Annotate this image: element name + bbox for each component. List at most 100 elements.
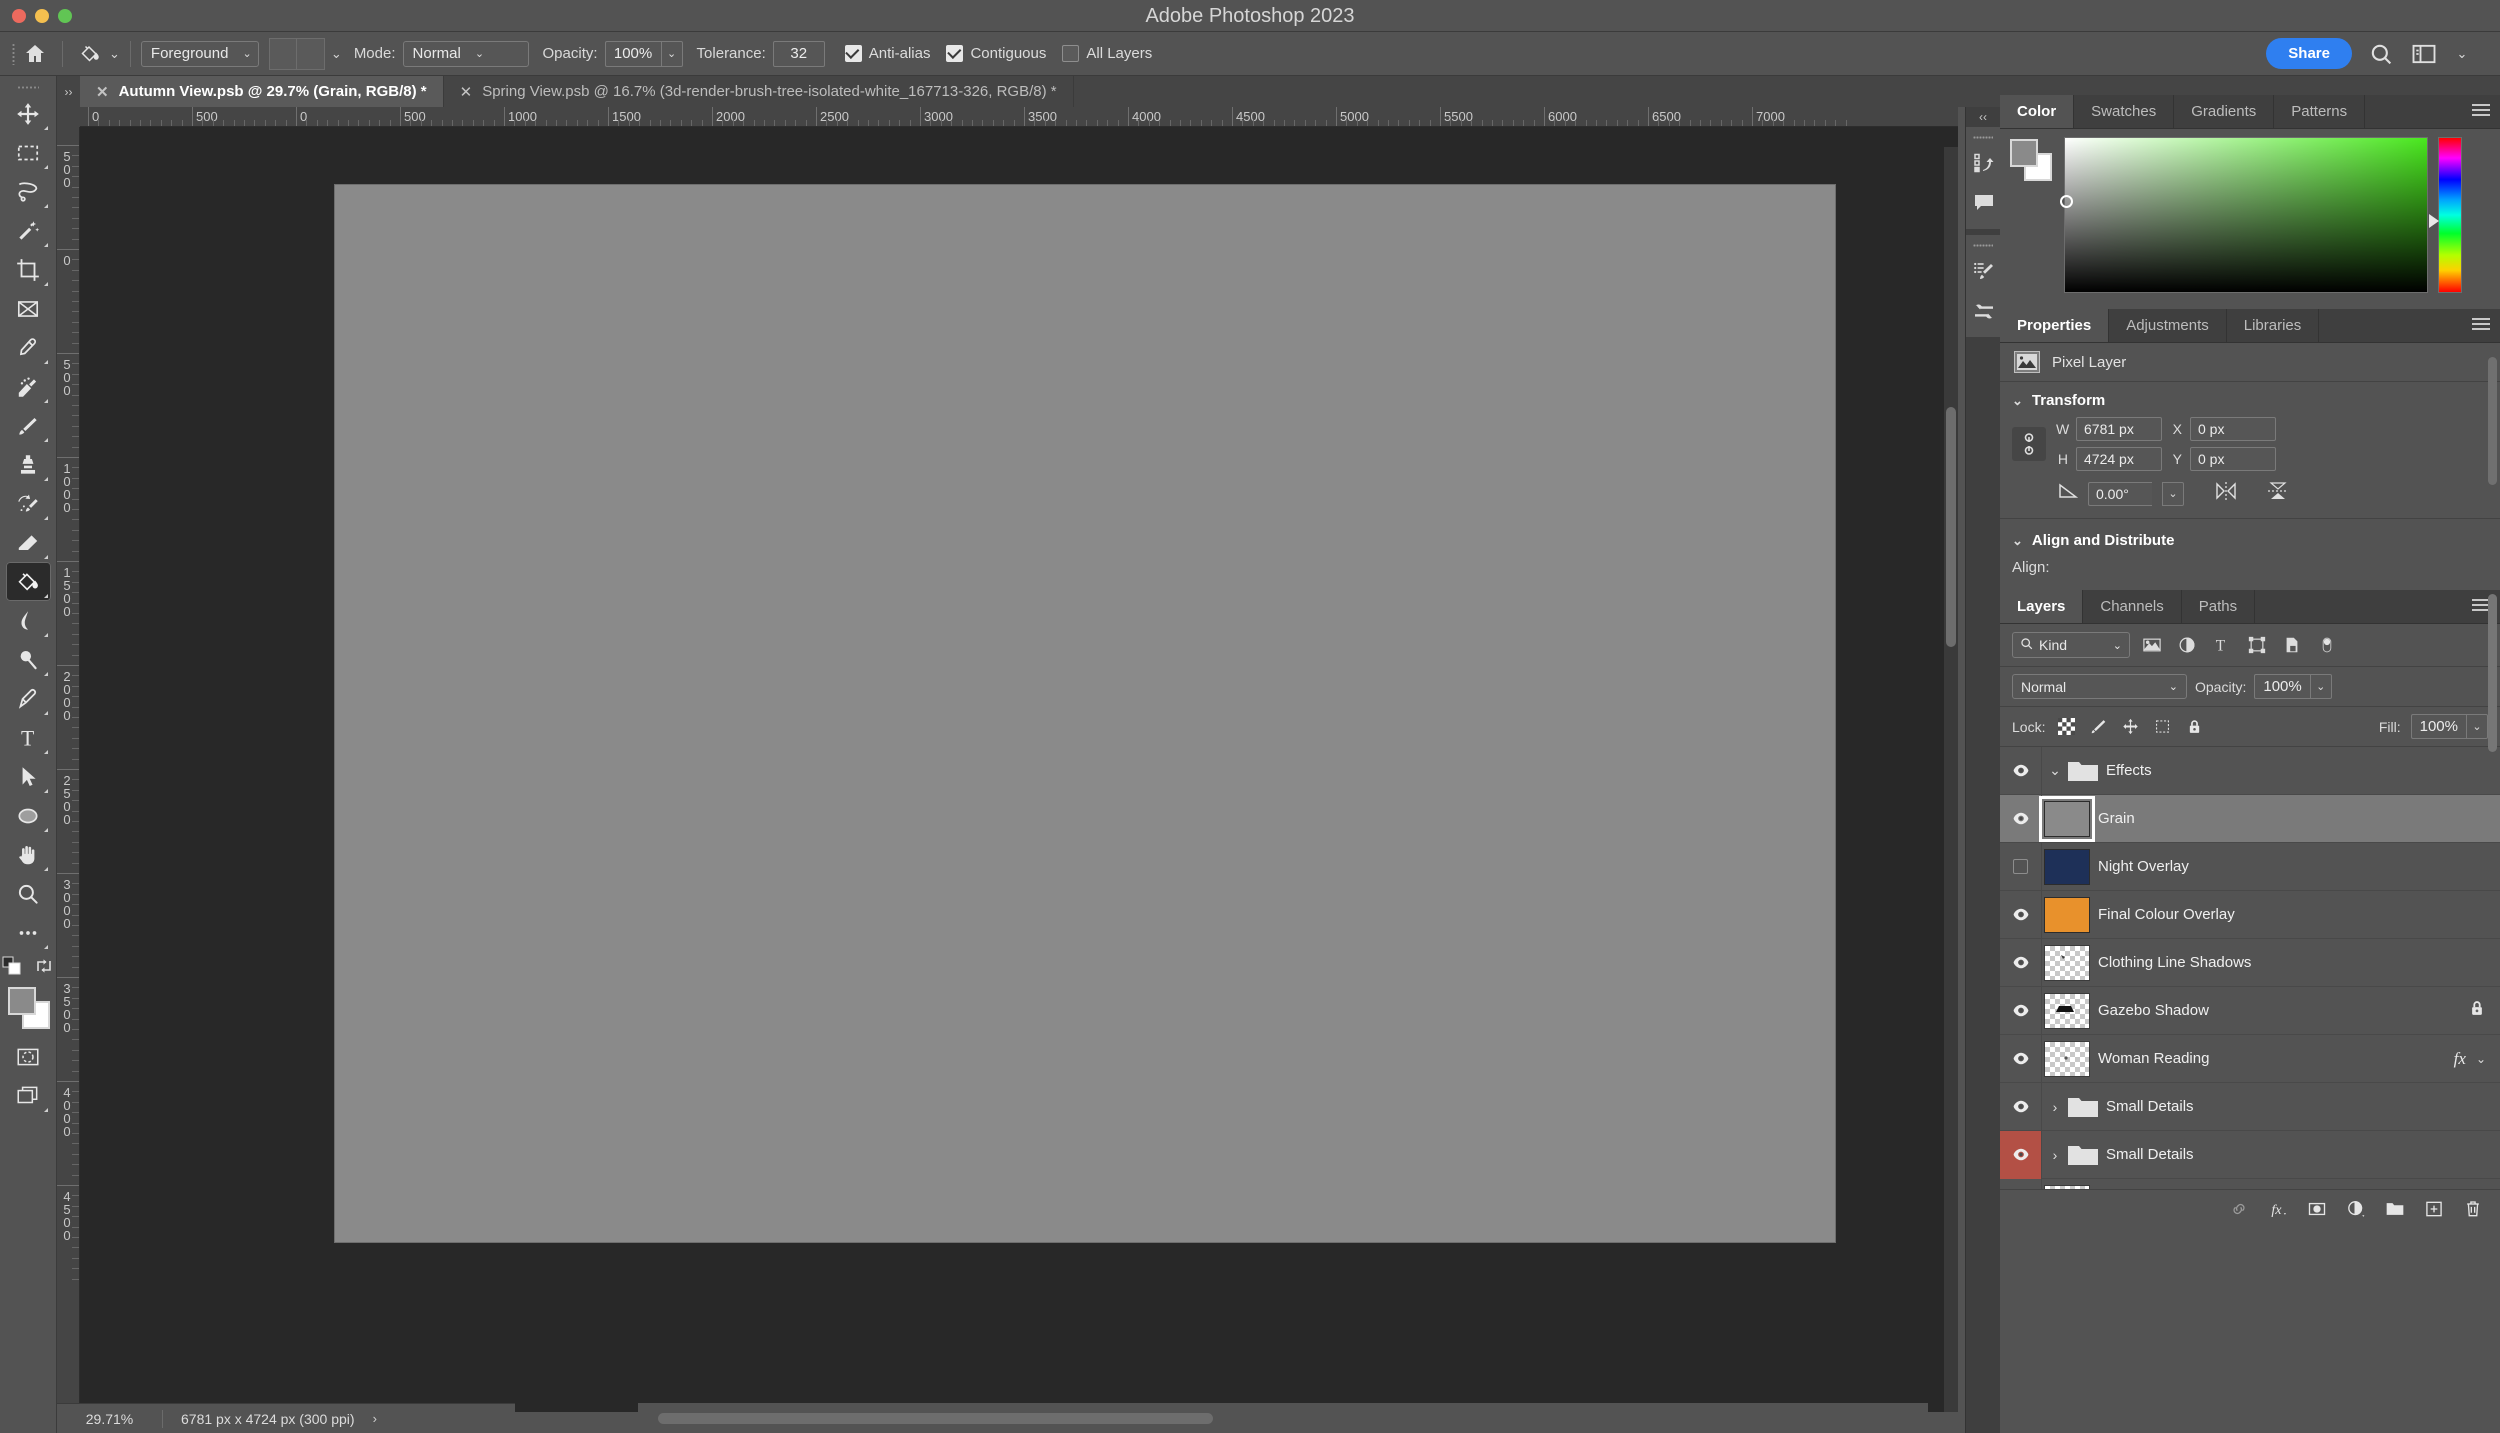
layer-fill-stepper[interactable]: 100% ⌄: [2410, 714, 2488, 739]
chevron-down-icon[interactable]: ⌄: [2466, 714, 2488, 739]
canvas-artboard[interactable]: [335, 185, 1835, 1242]
workspace-chevron-down-icon[interactable]: ⌄: [2448, 41, 2476, 67]
canvas-horizontal-scrollbar-thumb[interactable]: [658, 1412, 1213, 1424]
group-expand-chevron-icon[interactable]: ›: [2046, 1099, 2064, 1115]
brush-settings-icon[interactable]: [1966, 291, 2001, 331]
align-distribute-section-header[interactable]: ⌄ Align and Distribute: [2000, 518, 2500, 555]
ellipse-tool[interactable]: [6, 796, 51, 835]
layer-thumbnail[interactable]: [2044, 1040, 2090, 1077]
all-layers-checkbox[interactable]: [1062, 45, 1080, 62]
layer-filter-kind-select[interactable]: Kind ⌄: [2012, 632, 2130, 658]
foreground-background-color[interactable]: [6, 985, 51, 1031]
layer-thumbnail[interactable]: [2068, 1095, 2098, 1119]
swap-colors-icon[interactable]: [34, 956, 54, 981]
tab-properties[interactable]: Properties: [2000, 309, 2110, 342]
hue-slider-handle[interactable]: [2429, 214, 2439, 228]
zoom-tool[interactable]: [6, 874, 51, 913]
chevron-down-icon[interactable]: ⌄: [2162, 481, 2184, 506]
tab-channels[interactable]: Channels: [2083, 590, 2182, 623]
eraser-tool[interactable]: [6, 523, 51, 562]
link-layers-icon[interactable]: [2228, 1198, 2250, 1220]
layer-row[interactable]: Gazebo Shadow: [2000, 986, 2500, 1035]
dock-grip[interactable]: [1966, 131, 2000, 143]
layer-row[interactable]: ⌄ Effects: [2000, 747, 2500, 795]
layer-list[interactable]: ⌄ Effects Grain Night Overlay Final Colour O…: [2000, 747, 2500, 1227]
close-icon[interactable]: ✕: [460, 83, 473, 101]
layer-visibility-eye-icon[interactable]: [2000, 1130, 2042, 1179]
layer-name[interactable]: Grain: [2098, 810, 2135, 827]
add-layer-mask-icon[interactable]: [2306, 1198, 2328, 1220]
height-input[interactable]: 4724 px: [2076, 447, 2162, 471]
comments-icon[interactable]: [1966, 183, 2001, 223]
delete-layer-icon[interactable]: [2462, 1198, 2484, 1220]
x-input[interactable]: 0 px: [2190, 417, 2276, 441]
add-layer-style-icon[interactable]: fx: [2267, 1198, 2289, 1220]
layer-name[interactable]: Gazebo Shadow: [2098, 1002, 2209, 1019]
layer-visibility-eye-icon[interactable]: [2000, 1034, 2042, 1083]
lasso-tool[interactable]: [6, 172, 51, 211]
canvas-vertical-scrollbar-track[interactable]: [1944, 147, 1958, 1412]
tab-paths[interactable]: Paths: [2182, 590, 2256, 623]
tool-preset-chevron-down-icon[interactable]: ⌄: [109, 46, 120, 62]
lock-position-icon[interactable]: [2119, 716, 2141, 738]
layer-name[interactable]: Final Colour Overlay: [2098, 906, 2235, 923]
foreground-color-swatch[interactable]: [7, 987, 36, 1015]
layer-thumbnail[interactable]: [2068, 759, 2098, 783]
chevron-down-icon[interactable]: ⌄: [660, 40, 683, 67]
color-panel-swatches[interactable]: [2010, 139, 2054, 183]
new-adjustment-layer-icon[interactable]: [2345, 1198, 2367, 1220]
chevron-down-icon[interactable]: ⌄: [2309, 674, 2332, 699]
edit-toolbar-tool[interactable]: [6, 913, 51, 952]
horizontal-type-tool[interactable]: T: [6, 718, 51, 757]
layer-visibility-eye-icon[interactable]: [2000, 938, 2042, 987]
pattern-preview-swatch[interactable]: [268, 37, 325, 70]
layer-row[interactable]: › Small Details: [2000, 1082, 2500, 1131]
layer-visibility-eye-icon[interactable]: [2000, 1082, 2042, 1131]
link-aspect-ratio-icon[interactable]: [2012, 427, 2046, 461]
layer-row[interactable]: › Small Details: [2000, 1130, 2500, 1179]
group-expand-chevron-icon[interactable]: ›: [2046, 1147, 2064, 1163]
close-icon[interactable]: ✕: [96, 83, 109, 101]
group-collapse-chevron-icon[interactable]: ⌄: [2046, 762, 2064, 779]
dodge-tool[interactable]: [6, 640, 51, 679]
eyedropper-tool[interactable]: [6, 328, 51, 367]
lock-all-icon[interactable]: [2183, 716, 2205, 738]
layer-blend-mode-select[interactable]: Normal ⌄: [2012, 674, 2187, 699]
tab-gradients[interactable]: Gradients: [2174, 95, 2275, 128]
zoom-level[interactable]: 29.71%: [57, 1411, 162, 1427]
share-button[interactable]: Share: [2266, 38, 2352, 69]
panel-menu-icon[interactable]: [2472, 318, 2490, 333]
dock-grip[interactable]: [1966, 239, 2000, 251]
tab-layers[interactable]: Layers: [2000, 590, 2084, 623]
type-filter-icon[interactable]: T: [2209, 633, 2235, 657]
layer-row[interactable]: Night Overlay: [2000, 842, 2500, 891]
screen-mode-tool[interactable]: [6, 1076, 51, 1115]
rectangular-marquee-tool[interactable]: [6, 133, 51, 172]
contiguous-checkbox[interactable]: [946, 45, 964, 62]
paint-bucket-icon[interactable]: [73, 39, 107, 69]
layer-fill-value[interactable]: 100%: [2410, 714, 2466, 739]
layer-name[interactable]: Effects: [2106, 762, 2152, 779]
layer-row[interactable]: Grain: [2000, 794, 2500, 843]
color-picker-handle[interactable]: [2060, 195, 2073, 208]
layer-visibility-eye-icon[interactable]: [2000, 747, 2042, 795]
canvas-viewport[interactable]: [80, 127, 1958, 1412]
layer-thumbnail[interactable]: [2068, 1143, 2098, 1167]
properties-scrollbar-thumb[interactable]: [2488, 357, 2497, 485]
new-group-icon[interactable]: [2384, 1198, 2406, 1220]
foreground-color-swatch[interactable]: [2010, 139, 2038, 167]
layer-opacity-value[interactable]: 100%: [2254, 674, 2310, 699]
layer-thumbnail[interactable]: [2039, 795, 2095, 842]
pen-tool[interactable]: [6, 679, 51, 718]
adjustment-filter-icon[interactable]: [2174, 633, 2200, 657]
lock-image-pixels-icon[interactable]: [2087, 716, 2109, 738]
smart-object-filter-icon[interactable]: [2279, 633, 2305, 657]
home-icon[interactable]: [18, 39, 52, 69]
layer-thumbnail[interactable]: [2044, 992, 2090, 1029]
blur-tool[interactable]: [6, 601, 51, 640]
document-tab-autumn-view[interactable]: ✕ Autumn View.psb @ 29.7% (Grain, RGB/8)…: [80, 76, 444, 107]
chevron-down-icon[interactable]: ⌄: [2476, 1052, 2486, 1066]
pixel-filter-icon[interactable]: [2139, 633, 2165, 657]
opacity-stepper[interactable]: 100% ⌄: [604, 40, 683, 67]
blend-mode-select[interactable]: Normal ⌄: [402, 40, 529, 67]
